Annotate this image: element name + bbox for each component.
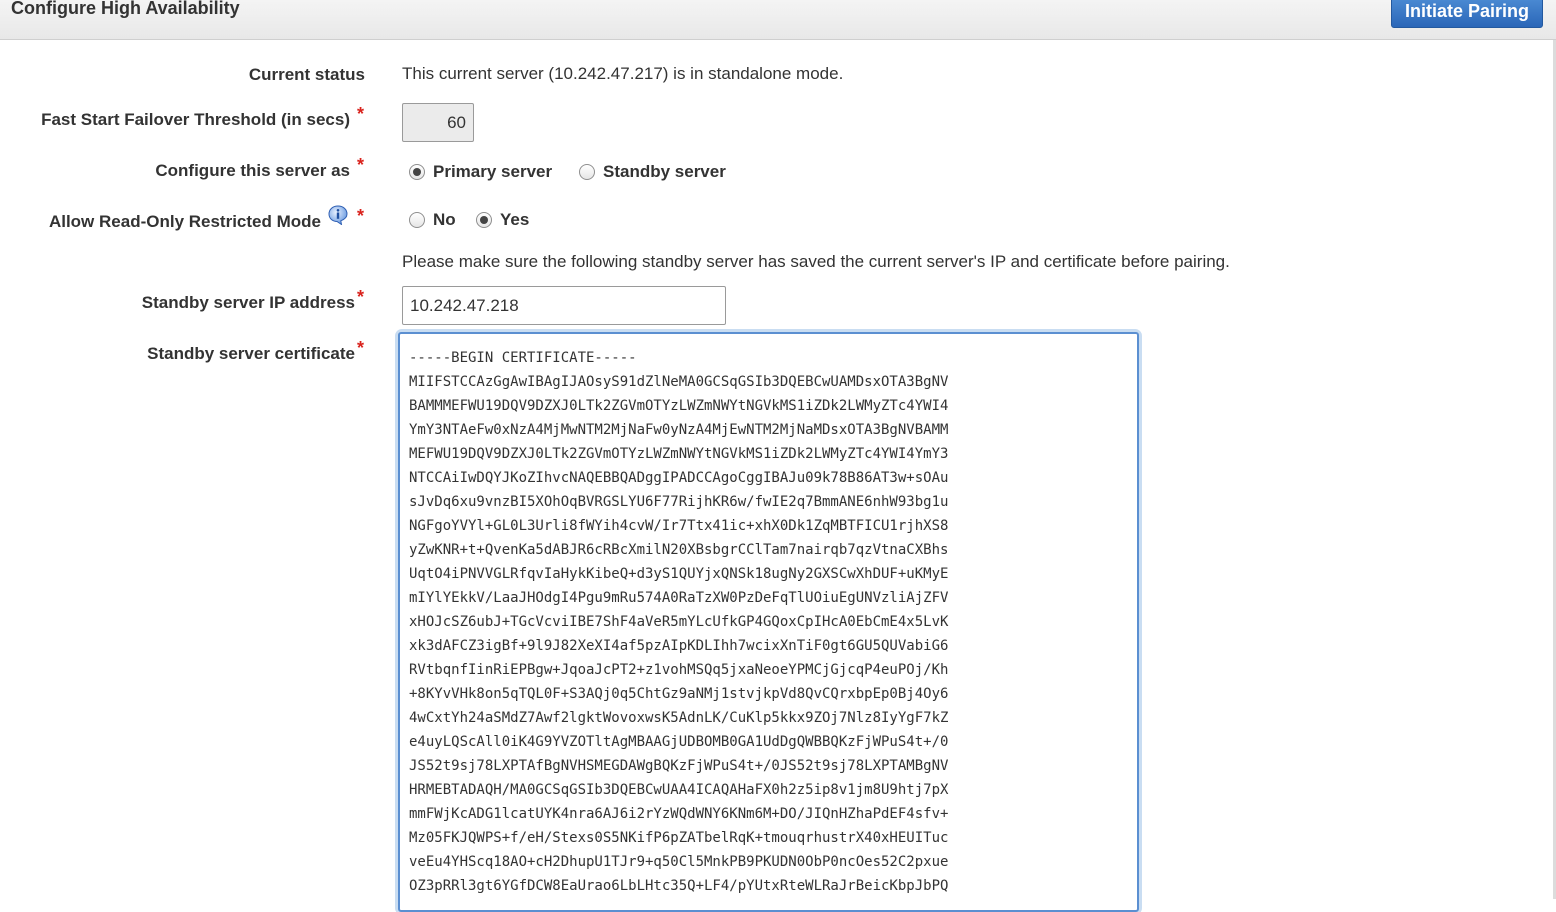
page-title: Configure High Availability [11,0,240,18]
required-marker: * [357,287,365,307]
yes-radio[interactable] [476,212,492,228]
current-status-value: This current server (10.242.47.217) is i… [402,64,844,83]
standby-cert-label: Standby server certificate [147,344,355,363]
required-marker: * [357,104,365,124]
required-marker: * [357,206,365,226]
initiate-pairing-button[interactable]: Initiate Pairing [1391,0,1543,28]
radio-option-yes[interactable]: Yes [476,210,529,230]
primary-server-radio[interactable] [409,164,425,180]
no-label: No [433,210,456,229]
no-radio[interactable] [409,212,425,228]
standby-ip-input[interactable] [402,286,726,325]
failover-threshold-label: Fast Start Failover Threshold (in secs) [41,110,350,129]
radio-option-no[interactable]: No [409,210,456,230]
primary-server-label: Primary server [433,162,553,181]
standby-ip-label: Standby server IP address [141,293,355,312]
required-marker: * [357,155,365,175]
radio-option-primary[interactable]: Primary server [409,162,552,182]
certificate-focus-ring: -----BEGIN CERTIFICATE----- MIIFSTCCAzGg… [398,332,1139,912]
failover-threshold-input[interactable] [402,103,474,142]
standby-certificate-textarea[interactable]: -----BEGIN CERTIFICATE----- MIIFSTCCAzGg… [398,332,1139,912]
radio-option-standby[interactable]: Standby server [579,162,726,182]
info-icon[interactable] [328,205,348,225]
yes-label: Yes [500,210,530,229]
read-only-mode-label: Allow Read-Only Restricted Mode [48,212,321,231]
standby-server-radio[interactable] [579,164,595,180]
standby-server-label: Standby server [603,162,726,181]
required-marker: * [357,338,365,358]
configure-as-label: Configure this server as [155,161,350,180]
page-header: Configure High Availability Initiate Pai… [0,0,1556,40]
pairing-notice: Please make sure the following standby s… [402,252,1230,271]
current-status-label: Current status [248,65,365,84]
